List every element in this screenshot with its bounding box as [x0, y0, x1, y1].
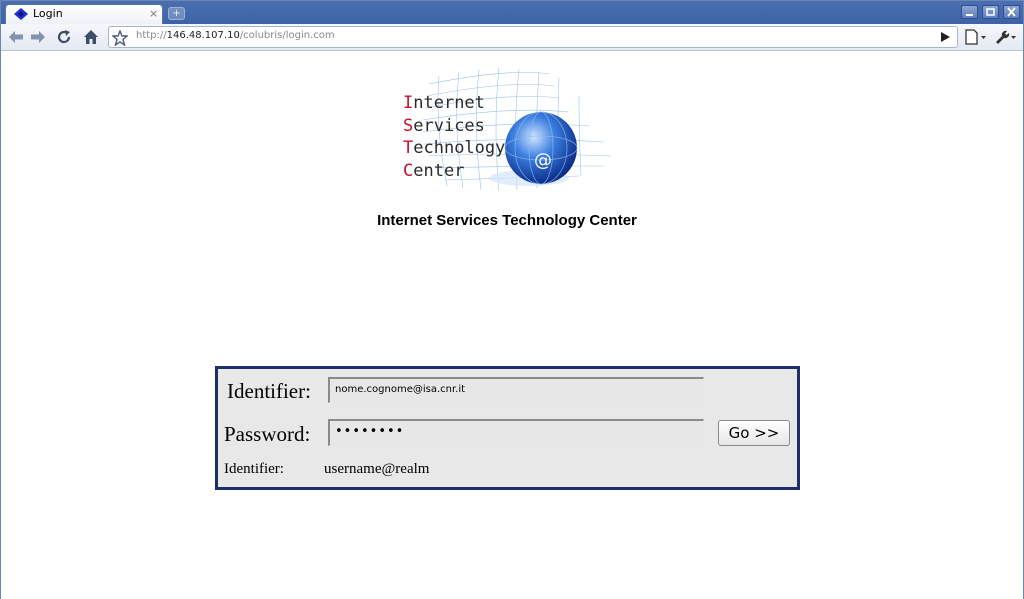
go-icon[interactable] — [934, 27, 956, 47]
close-icon[interactable] — [1003, 5, 1020, 19]
logo-line-services: Services — [403, 115, 485, 136]
logo-at-symbol: @ — [534, 150, 552, 171]
favicon-icon — [14, 8, 28, 20]
bookmark-star-icon[interactable] — [112, 30, 128, 46]
minimize-icon[interactable] — [961, 5, 978, 19]
password-input[interactable]: •••••••• — [328, 419, 704, 446]
identifier-input[interactable]: nome.cognome@isa.cnr.it — [328, 377, 704, 403]
go-button[interactable]: Go >> — [718, 420, 790, 446]
tab-title: Login — [33, 7, 63, 20]
restore-icon[interactable] — [982, 5, 999, 19]
wrench-menu-icon[interactable] — [992, 27, 1020, 47]
page-content: @ Internet Services Technology Center In… — [1, 51, 1023, 599]
logo-line-technology: Technology — [403, 138, 506, 158]
login-form: Identifier: nome.cognome@isa.cnr.it Pass… — [215, 366, 800, 490]
url-text[interactable]: http://146.48.107.10/colubris/login.com — [136, 30, 335, 41]
logo-wordmark: Internet Services Technology Center — [403, 92, 505, 182]
back-icon[interactable] — [5, 27, 27, 47]
tab-close-icon[interactable]: × — [149, 7, 158, 20]
address-bar[interactable]: http://146.48.107.10/colubris/login.com — [108, 26, 958, 48]
page-title: Internet Services Technology Center — [377, 212, 637, 229]
hint-label: Identifier: — [224, 461, 284, 477]
forward-icon[interactable] — [27, 27, 49, 47]
tab-login[interactable]: Login × — [5, 4, 163, 24]
browser-window: Login × + http://146.48.107.10/colubris/… — [0, 0, 1024, 599]
hint-value: username@realm — [324, 461, 430, 477]
page-menu-icon[interactable] — [961, 27, 991, 47]
logo-line-center: Center — [403, 160, 465, 181]
home-icon[interactable] — [80, 27, 102, 47]
title-bar: Login × + — [1, 1, 1023, 24]
identifier-label: Identifier: — [227, 379, 311, 403]
logo-line-internet: Internet — [403, 93, 485, 113]
istc-logo: @ Internet Services Technology Center — [389, 66, 617, 201]
browser-toolbar: http://146.48.107.10/colubris/login.com — [1, 24, 1023, 51]
password-label: Password: — [224, 422, 311, 446]
new-tab-button[interactable]: + — [168, 7, 185, 20]
reload-icon[interactable] — [53, 27, 75, 47]
